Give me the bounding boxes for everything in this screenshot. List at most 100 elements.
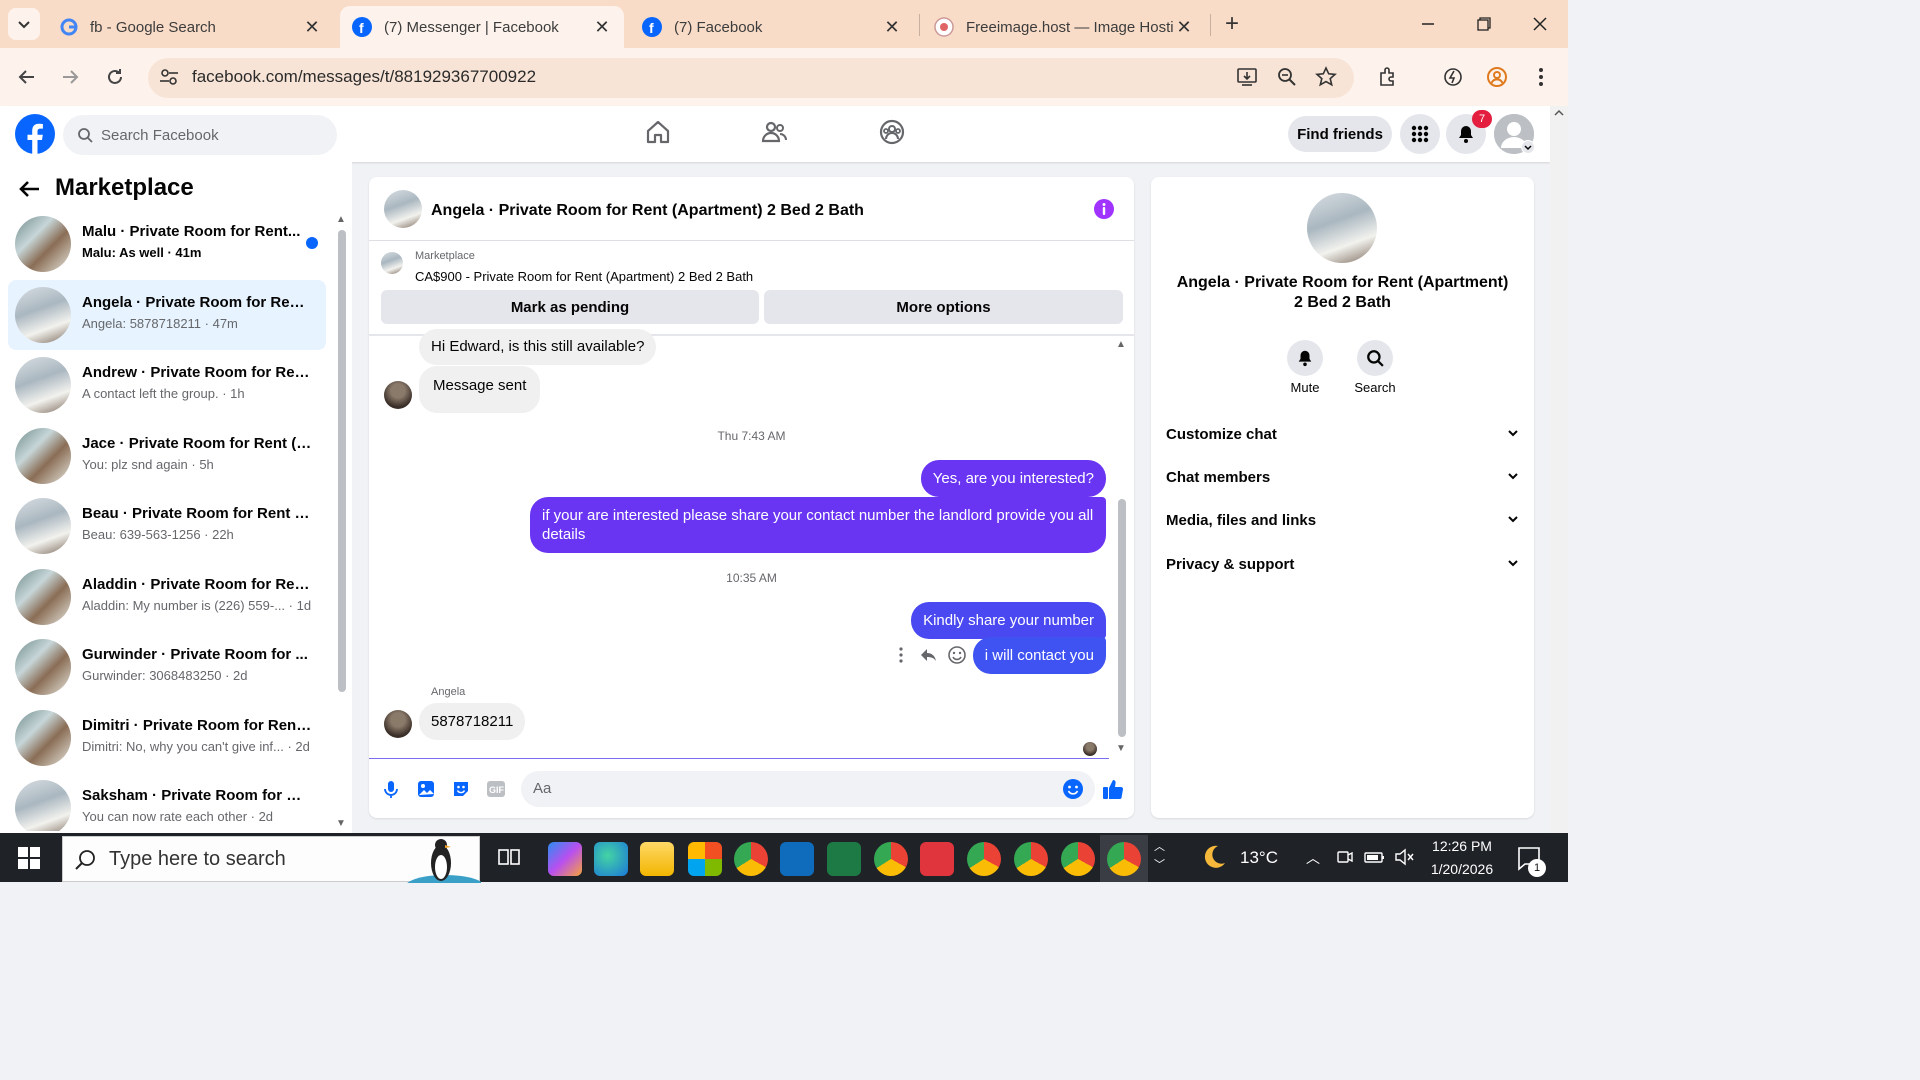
accordion-customize-chat[interactable]: Customize chat [1166, 426, 1520, 443]
chrome-taskbar-icon[interactable] [734, 842, 768, 876]
reload-button[interactable] [98, 60, 132, 94]
chrome-profile-taskbar-icon[interactable] [967, 842, 1001, 876]
account-chevron-icon[interactable] [1521, 140, 1535, 154]
copilot-taskbar-icon[interactable] [548, 842, 582, 876]
conversation-item[interactable]: Malu · Private Room for Rent... Malu: As… [8, 209, 326, 279]
anydesk-taskbar-icon[interactable] [920, 842, 954, 876]
new-tab-button[interactable]: + [1218, 10, 1246, 38]
voice-clip-icon[interactable] [381, 779, 401, 799]
taskbar-search-box[interactable]: Type here to search [62, 836, 481, 883]
message-bubble-incoming[interactable]: Hi Edward, is this still available? [419, 329, 657, 365]
accordion-privacy-support[interactable]: Privacy & support [1166, 556, 1520, 573]
chat-scroll-up-icon[interactable]: ▲ [1116, 339, 1126, 350]
message-bubble-outgoing[interactable]: Yes, are you interested? [920, 460, 1106, 497]
mark-as-pending-button[interactable]: Mark as pending [381, 290, 759, 324]
react-emoji-icon[interactable] [947, 645, 967, 665]
tab-close-icon[interactable]: ✕ [882, 17, 902, 38]
conversation-list-scrollbar[interactable] [338, 230, 346, 692]
message-bubble-incoming[interactable]: Message sent [419, 366, 541, 413]
menu-button[interactable] [1400, 114, 1440, 154]
battery-icon[interactable] [1364, 848, 1386, 866]
conversation-item[interactable]: Beau · Private Room for Rent (... Beau: … [8, 491, 326, 561]
close-window-button[interactable] [1512, 0, 1568, 48]
chrome-profile-taskbar-icon[interactable] [874, 842, 908, 876]
find-friends-button[interactable]: Find friends [1288, 116, 1392, 152]
more-options-button[interactable]: More options [764, 290, 1123, 324]
conversation-item[interactable]: Andrew · Private Room for Ren... A conta… [8, 350, 326, 420]
chat-avatar[interactable] [384, 190, 422, 228]
search-in-chat-button[interactable] [1357, 340, 1393, 376]
scroll-up-arrow-icon[interactable]: ▲ [336, 214, 346, 225]
tab-close-icon[interactable]: ✕ [302, 17, 322, 38]
tab-close-icon[interactable]: ✕ [592, 17, 612, 38]
excel-taskbar-icon[interactable] [827, 842, 861, 876]
minimize-button[interactable] [1400, 0, 1456, 48]
chrome-profile-taskbar-icon[interactable] [1061, 842, 1095, 876]
accordion-media-files-links[interactable]: Media, files and links [1166, 512, 1520, 529]
forward-button[interactable] [53, 60, 87, 94]
message-bubble-outgoing[interactable]: i will contact you [972, 637, 1106, 674]
taskbar-overflow-chevrons-icon[interactable]: ︿ ﹀ [1154, 838, 1165, 874]
restore-button[interactable] [1456, 0, 1512, 48]
browser-menu-icon[interactable] [1530, 66, 1552, 88]
weather-moon-icon[interactable] [1200, 843, 1228, 871]
conversation-item[interactable]: Aladdin · Private Room for Ren... Aladdi… [8, 562, 326, 632]
install-app-icon[interactable] [1236, 66, 1258, 88]
groups-nav-icon[interactable] [878, 118, 906, 146]
message-more-icon[interactable] [895, 646, 907, 664]
sticker-icon[interactable] [451, 779, 471, 799]
profile-icon[interactable] [1486, 66, 1508, 88]
outlook-taskbar-icon[interactable] [780, 842, 814, 876]
clock-date[interactable]: 1/20/2026 [1424, 861, 1500, 877]
listing-text[interactable]: CA$900 - Private Room for Rent (Apartmen… [415, 269, 753, 284]
message-bubble-outgoing[interactable]: if your are interested please share your… [530, 497, 1106, 553]
temperature[interactable]: 13°C [1240, 848, 1278, 868]
scroll-down-arrow-icon[interactable]: ▼ [336, 818, 346, 829]
facebook-search-input[interactable]: Search Facebook [63, 115, 337, 155]
like-thumb-icon[interactable] [1102, 778, 1124, 800]
back-button[interactable] [10, 60, 44, 94]
gif-icon[interactable]: GIF [486, 780, 506, 798]
emoji-icon[interactable] [1062, 778, 1084, 800]
conversation-item[interactable]: Jace · Private Room for Rent (A... You: … [8, 421, 326, 491]
conversation-item[interactable]: Saksham · Private Room for Re... You can… [8, 773, 326, 831]
chat-info-icon[interactable] [1093, 198, 1115, 220]
task-view-icon[interactable] [497, 845, 521, 869]
performance-icon[interactable] [1442, 66, 1464, 88]
conversation-item[interactable]: Gurwinder · Private Room for ... Gurwind… [8, 632, 326, 702]
bookmark-star-icon[interactable] [1315, 66, 1337, 88]
file-explorer-taskbar-icon[interactable] [640, 842, 674, 876]
chat-title[interactable]: Angela · Private Room for Rent (Apartmen… [431, 202, 864, 220]
clock-time[interactable]: 12:26 PM [1424, 838, 1500, 854]
tray-chevron-icon[interactable]: ︿ [1306, 848, 1320, 868]
zoom-icon[interactable] [1276, 66, 1298, 88]
browser-tab[interactable]: f (7) Facebook ✕ [630, 6, 914, 48]
facebook-logo-icon[interactable] [15, 114, 55, 154]
site-info-icon[interactable] [158, 66, 180, 88]
home-nav-icon[interactable] [644, 118, 672, 146]
message-input[interactable]: Aa [521, 771, 1095, 807]
message-bubble-outgoing[interactable]: Kindly share your number [911, 602, 1106, 639]
browser-tab[interactable]: Freeimage.host — Image Hostir ✕ [922, 6, 1206, 48]
reply-icon[interactable] [919, 646, 937, 664]
back-arrow-icon[interactable] [18, 177, 42, 201]
volume-muted-icon[interactable] [1394, 848, 1414, 866]
mute-button[interactable] [1287, 340, 1323, 376]
page-scrollbar[interactable] [1550, 106, 1568, 833]
meet-now-icon[interactable] [1336, 848, 1354, 866]
tab-search-dropdown[interactable] [8, 8, 40, 40]
browser-tab[interactable]: fb - Google Search ✕ [48, 6, 334, 48]
chat-scrollbar[interactable] [1118, 499, 1126, 737]
conversation-item[interactable]: Dimitri · Private Room for Rent... Dimit… [8, 703, 326, 773]
chrome-profile-taskbar-icon[interactable] [1107, 842, 1141, 876]
chat-scroll-down-icon[interactable]: ▼ [1116, 743, 1126, 754]
chrome-profile-taskbar-icon[interactable] [1014, 842, 1048, 876]
edge-taskbar-icon[interactable] [594, 842, 628, 876]
extensions-icon[interactable] [1377, 66, 1399, 88]
tab-close-icon[interactable]: ✕ [1174, 17, 1194, 38]
microsoft-store-taskbar-icon[interactable] [688, 842, 722, 876]
photo-icon[interactable] [416, 779, 436, 799]
message-bubble-incoming[interactable]: 5878718211 [419, 703, 526, 740]
browser-tab-active[interactable]: f (7) Messenger | Facebook ✕ [340, 6, 624, 48]
accordion-chat-members[interactable]: Chat members [1166, 469, 1520, 486]
